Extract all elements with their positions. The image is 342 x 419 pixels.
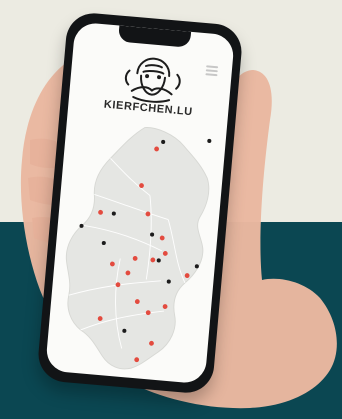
country-shape [65, 127, 210, 370]
phone-screen: KIERFCHEN.LU [45, 21, 235, 385]
smartphone: KIERFCHEN.LU [36, 11, 244, 395]
hamburger-menu-icon[interactable] [205, 65, 219, 77]
menu-line [206, 65, 219, 69]
menu-line [205, 69, 218, 73]
map-svg [65, 127, 212, 370]
scene: KIERFCHEN.LU [0, 0, 342, 419]
menu-line [205, 73, 218, 77]
map[interactable] [52, 114, 221, 378]
dark-map-marker-icon[interactable] [207, 138, 212, 143]
